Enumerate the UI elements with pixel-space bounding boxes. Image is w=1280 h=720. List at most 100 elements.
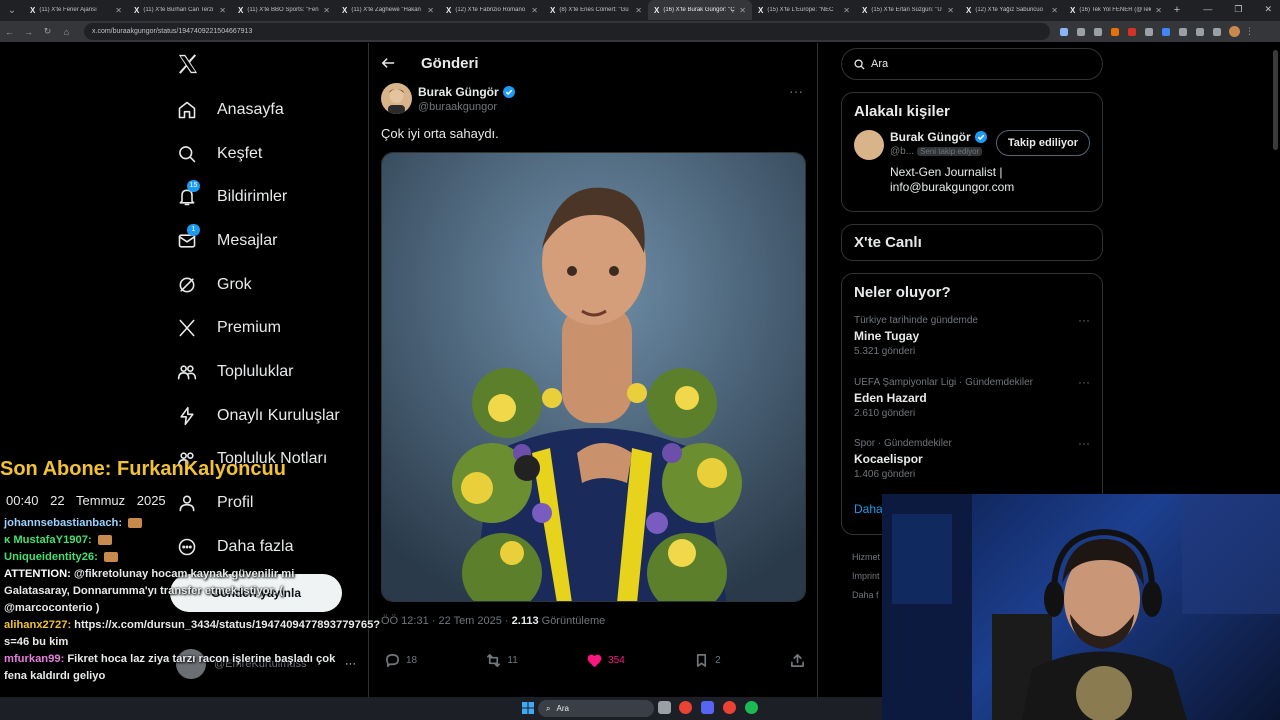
trend-item[interactable]: Türkiye tarihinde gündemde Mine Tugay 5.32… [842,311,1102,373]
cast-icon[interactable] [1060,27,1068,36]
post-author[interactable]: Burak Güngör @buraakgungor [381,83,515,114]
nav-item-4[interactable]: Grok [171,263,361,307]
home-browser-icon[interactable]: ⌂ [57,27,76,37]
taskbar-search[interactable]: ⌕ Ara [538,700,654,717]
browser-tab[interactable]: X (8) X'te Enes Cömert: "Gü ✕ [544,0,648,20]
tab-active[interactable]: X (16) X'te Burak Güngör: "Ç ✕ [648,0,752,20]
x-logo-icon[interactable] [177,54,199,74]
chat-message: Uniqueidentity26: [4,549,344,566]
account-more-icon[interactable]: ··· [345,658,356,670]
nav-item-6[interactable]: Topluluklar [171,350,361,394]
tab-search-icon[interactable]: ⌄ [0,5,24,16]
tab-close-icon[interactable]: ✕ [635,6,642,15]
nav-item-0[interactable]: Anasayfa [171,88,361,132]
browser-tab[interactable]: X (12) X'te Fabrizio Romano ✕ [440,0,544,20]
tab-close-icon[interactable]: ✕ [947,6,954,15]
post-time[interactable]: ÖÖ 12:31 · 22 Tem 2025 · [381,615,512,627]
browser-tab[interactable]: X (11) X'te BBO Sports: "Fen ✕ [232,0,336,20]
windows-start-icon[interactable] [522,702,534,714]
browser-tab[interactable]: X (12) X'te Yağız Sabuncuo ✕ [960,0,1064,20]
extension-icon[interactable] [1145,27,1153,36]
like-button[interactable]: 354 [587,653,625,668]
trend-more-icon[interactable]: ··· [1078,436,1090,450]
tab-close-icon[interactable]: ✕ [1155,6,1162,15]
task-view-icon[interactable] [658,701,671,714]
tab-close-icon[interactable]: ✕ [1051,6,1058,15]
following-button[interactable]: Takip ediliyor [995,130,1090,156]
tab-close-icon[interactable]: ✕ [323,6,330,15]
tab-title: (16) X'te Burak Güngör: "Ç [663,7,735,13]
spotify-icon[interactable] [745,701,758,714]
trend-item[interactable]: UEFA Şampiyonlar Ligi · Gündemdekiler Ede… [842,373,1102,435]
live-on-x-box[interactable]: X'te Canlı [841,224,1103,261]
browser-tab[interactable]: X (11) X'te Burhan Can Terzi ✕ [128,0,232,20]
downloads-icon[interactable] [1213,27,1221,36]
tab-close-icon[interactable]: ✕ [843,6,850,15]
url-field[interactable]: x.com/buraakgungor/status/19474092215046… [84,23,1050,40]
tab-title: (11) X'te Zaghewe "Hakan [351,7,421,13]
author-name[interactable]: Burak Güngör [418,85,499,99]
author-handle[interactable]: @buraakgungor [418,101,515,113]
nav-item-3[interactable]: 1 Mesajlar [171,219,361,263]
footer-link[interactable]: Hizmet [852,548,880,567]
extension-icon[interactable] [1179,27,1187,36]
nav-item-7[interactable]: Onaylı Kuruluşlar [171,394,361,438]
browser-menu-icon[interactable]: ⋮ [1240,26,1259,37]
zoom-icon[interactable] [1077,27,1085,36]
browser-tab[interactable]: X (15) X'te L'Europe: "NEC ✕ [752,0,856,20]
tab-close-icon[interactable]: ✕ [427,6,434,15]
tab-close-icon[interactable]: ✕ [219,6,226,15]
bookmark-button[interactable]: 2 [694,653,721,668]
notification-badge: 1 [187,224,200,237]
restore-icon[interactable]: ❐ [1234,4,1242,15]
repost-button[interactable]: 11 [486,653,518,668]
chrome-icon[interactable] [723,701,736,714]
extension-icon[interactable] [1128,27,1136,36]
extensions-puzzle-icon[interactable] [1196,27,1204,36]
tab-close-icon[interactable]: ✕ [531,6,538,15]
new-tab-button[interactable]: + [1168,4,1186,16]
trend-more-icon[interactable]: ··· [1078,313,1090,327]
like-count: 354 [608,655,625,666]
related-name-row: Burak Güngör [890,130,987,144]
browser-tab[interactable]: X (15) X'te Ertan Süzgün: "Ü ✕ [856,0,960,20]
related-person[interactable]: Burak Güngör @b... Seni takip ediyor Tak… [842,130,1102,205]
browser-tab[interactable]: X (16) Tek Yol FENER (@Tek ✕ [1064,0,1168,20]
bookmark-star-icon[interactable] [1094,27,1102,36]
footer-link[interactable]: Daha f [852,586,880,605]
browser-profile-avatar[interactable] [1229,26,1240,37]
views-label: Görüntüleme [538,615,606,627]
nav-item-5[interactable]: Premium [171,306,361,350]
views-count: 2.113 [511,615,539,627]
browser-tab[interactable]: X (11) X'te Zaghewe "Hakan ✕ [336,0,440,20]
author-avatar[interactable] [381,83,412,114]
post-image[interactable] [381,152,806,602]
share-button[interactable] [790,653,805,668]
chrome-icon[interactable] [679,701,692,714]
trend-more-icon[interactable]: ··· [1078,375,1090,389]
reload-icon[interactable]: ↻ [38,26,57,37]
forward-icon[interactable]: → [19,27,38,37]
close-window-icon[interactable]: ✕ [1264,4,1272,15]
minimize-icon[interactable]: — [1203,4,1212,15]
tab-close-icon[interactable]: ✕ [739,6,746,15]
back-arrow-icon[interactable] [381,56,395,70]
footer-link[interactable]: Imprint [852,567,880,586]
extension-icon[interactable] [1111,27,1119,36]
related-avatar[interactable] [854,130,884,160]
back-icon[interactable]: ← [0,27,19,37]
nav-item-2[interactable]: 15 Bildirimler [171,175,361,219]
reply-button[interactable]: 18 [385,653,417,668]
search-field[interactable]: Ara [841,48,1103,80]
post-more-icon[interactable]: ··· [789,83,803,99]
address-bar-row: ← → ↻ ⌂ x.com/buraakgungor/status/194740… [0,21,1280,42]
discord-icon[interactable] [701,701,714,714]
scrollbar[interactable] [1273,50,1278,150]
related-name[interactable]: Burak Güngör [890,130,971,144]
extension-icon[interactable] [1162,27,1170,36]
trend-item[interactable]: Spor · Gündemdekiler Kocaelispor 1.406 gön… [842,434,1102,496]
nav-item-1[interactable]: Keşfet [171,132,361,176]
emote-icon [128,518,143,529]
browser-tab[interactable]: X (11) X'te Fener Ajansı ✕ [24,0,128,20]
tab-close-icon[interactable]: ✕ [115,6,122,15]
